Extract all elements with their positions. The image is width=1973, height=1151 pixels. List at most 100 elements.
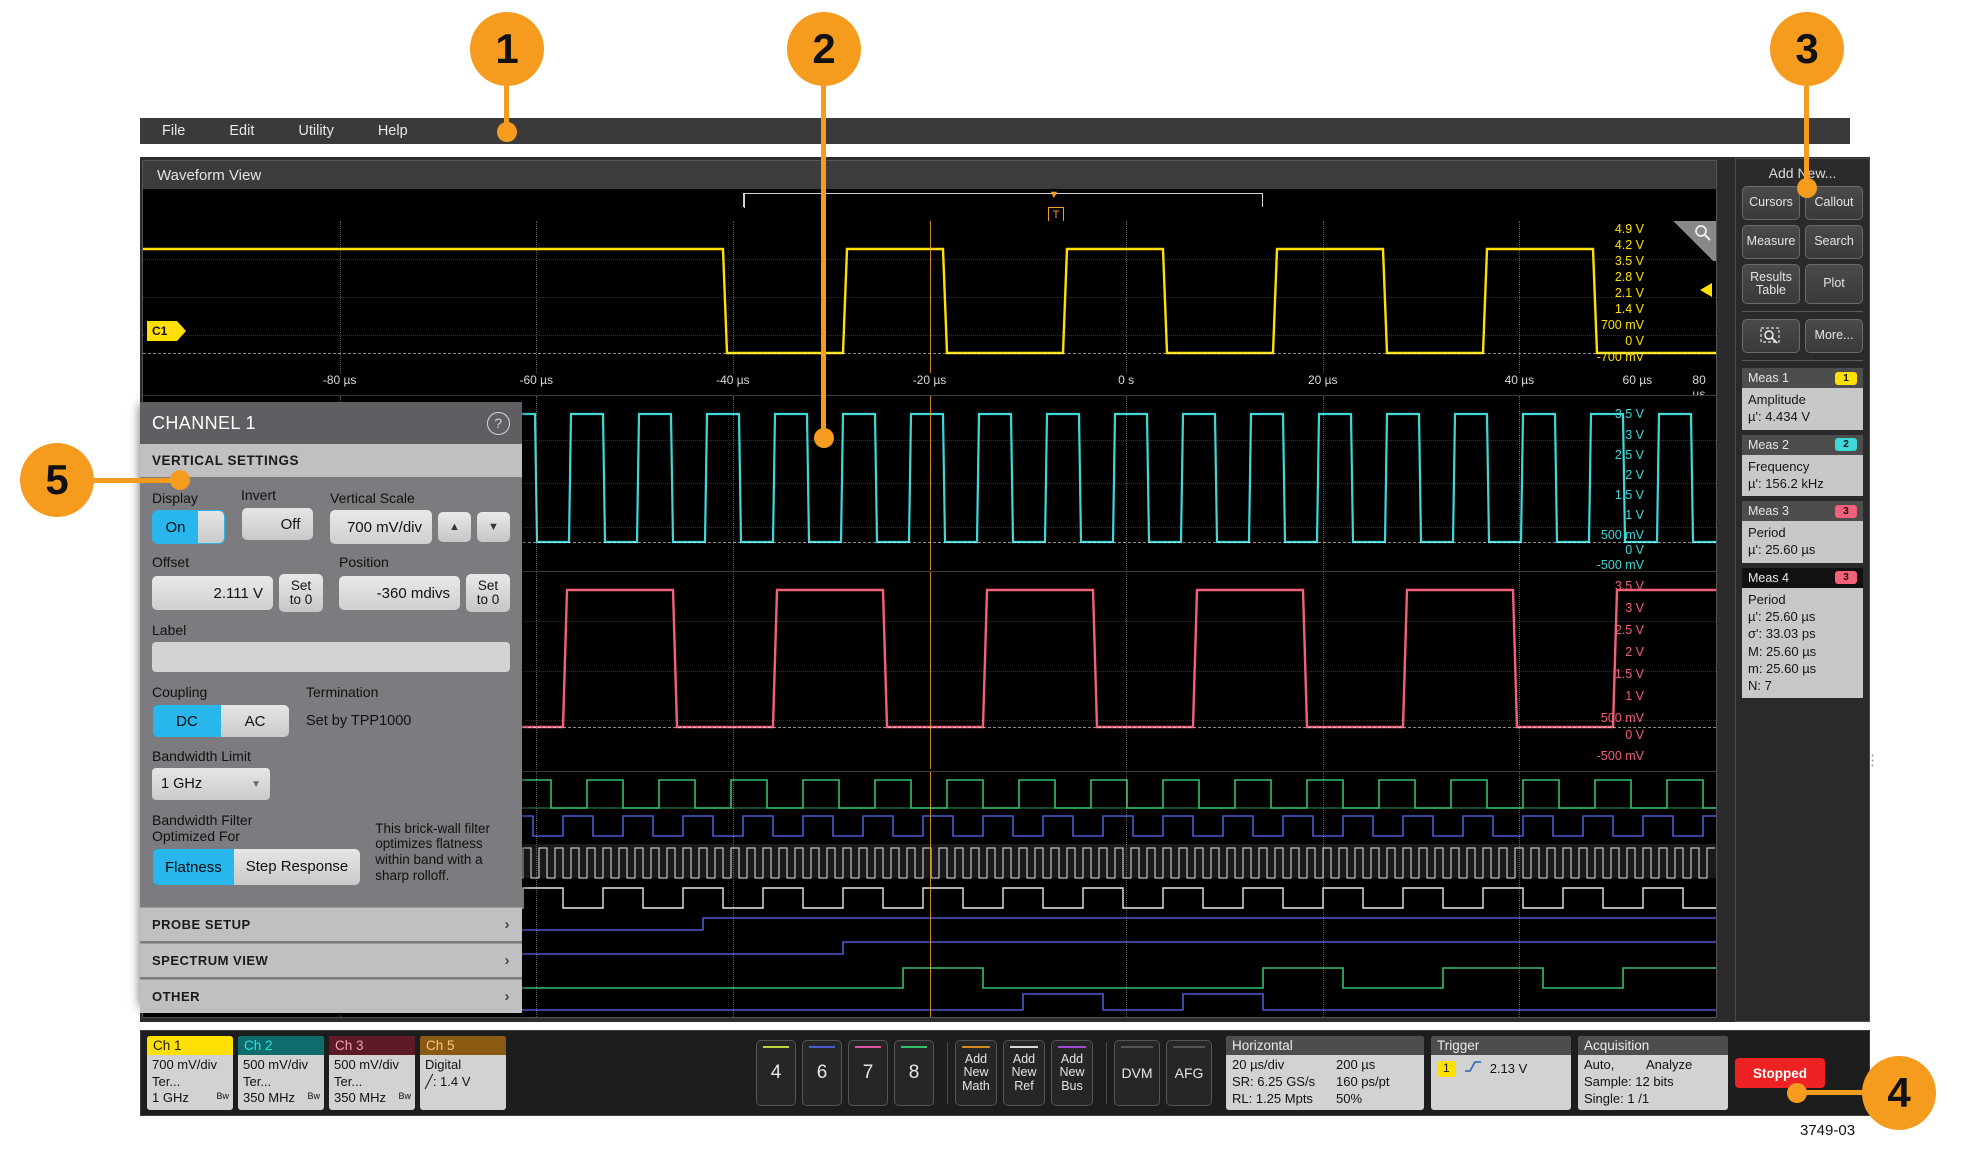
accordion-spectrum-view[interactable]: SPECTRUM VIEW › xyxy=(140,943,522,977)
measurement-badge-3[interactable]: Meas 3 3 Period µ': 25.60 µs xyxy=(1742,501,1863,563)
add-new-math-button[interactable]: Add New Math xyxy=(955,1040,997,1106)
channel-badge-1[interactable]: Ch 1 700 mV/div Ter... 1 GHz Bw xyxy=(147,1036,233,1110)
zoom-icon[interactable] xyxy=(1670,221,1716,261)
measurement-3-source-chip: 3 xyxy=(1835,504,1857,518)
add-results-table-button[interactable]: Results Table xyxy=(1742,264,1800,304)
measurement-badge-2[interactable]: Meas 2 2 Frequency µ': 156.2 kHz xyxy=(1742,434,1863,497)
horizontal-badge[interactable]: Horizontal 20 µs/div 200 µs SR: 6.25 GS/s… xyxy=(1226,1036,1424,1110)
offset-control: Offset 2.111 V Set to 0 xyxy=(152,554,323,612)
coupling-dc-button[interactable]: DC xyxy=(153,705,221,737)
add-new-bus-button[interactable]: Add New Bus xyxy=(1051,1040,1093,1106)
add-search-button[interactable]: Search xyxy=(1805,225,1863,259)
bandwidth-filter-flatness-button[interactable]: Flatness xyxy=(153,849,234,886)
dvm-button[interactable]: DVM xyxy=(1114,1040,1160,1106)
invert-toggle-off[interactable]: Off xyxy=(268,508,313,540)
channel-badge-2[interactable]: Ch 2 500 mV/div Ter... 350 MHz Bw xyxy=(238,1036,324,1110)
channel-badge-3-bw-icon: Bw xyxy=(398,1091,411,1101)
horizontal-badge-title: Horizontal xyxy=(1226,1036,1424,1055)
invert-toggle[interactable]: Off xyxy=(241,507,314,541)
menu-item-edit[interactable]: Edit xyxy=(225,121,258,141)
channel-button-6[interactable]: 6 xyxy=(802,1040,842,1106)
bandwidth-filter-toggle[interactable]: Flatness Step Response xyxy=(152,848,361,886)
measurement-4-source-chip: 3 xyxy=(1835,571,1857,585)
channel-badge-5-type: Digital xyxy=(425,1057,462,1072)
vertical-scale-label: Vertical Scale xyxy=(330,490,415,506)
channel-button-4[interactable]: 4 xyxy=(756,1040,796,1106)
bandwidth-limit-dropdown[interactable]: 1 GHz ▼ xyxy=(152,768,270,800)
channel-button-8[interactable]: 8 xyxy=(894,1040,934,1106)
add-measure-button[interactable]: Measure xyxy=(1742,225,1800,259)
vertical-scale-decrease-button[interactable]: ▼ xyxy=(477,512,510,542)
trigger-badge[interactable]: Trigger 1 2.13 V xyxy=(1431,1036,1571,1110)
zoom-select-icon[interactable] xyxy=(1742,319,1800,353)
bottom-settings-bar: Ch 1 700 mV/div Ter... 1 GHz Bw Ch 2 500… xyxy=(140,1030,1870,1116)
ch1-handle[interactable]: C1 xyxy=(147,321,186,341)
channel-badge-2-bw-icon: Bw xyxy=(307,1091,320,1101)
figure-number: 3749-03 xyxy=(1800,1122,1856,1139)
position-set-to-zero-label-1: Set xyxy=(477,577,499,593)
position-field[interactable]: -360 mdivs xyxy=(339,576,460,610)
menu-item-file[interactable]: File xyxy=(158,121,189,141)
menu-item-utility[interactable]: Utility xyxy=(294,121,337,141)
channel-button-7[interactable]: 7 xyxy=(848,1040,888,1106)
vertical-scale-increase-button[interactable]: ▲ xyxy=(438,512,471,542)
channel-badge-3[interactable]: Ch 3 500 mV/div Ter... 350 MHz Bw xyxy=(329,1036,415,1110)
add-new-ref-button[interactable]: Add New Ref xyxy=(1003,1040,1045,1106)
offset-field[interactable]: 2.111 V xyxy=(152,576,273,610)
add-new-math-label: Add New Math xyxy=(962,1052,990,1093)
bandwidth-filter-step-response-button[interactable]: Step Response xyxy=(233,849,361,886)
channel-badge-2-scale: 500 mV/div xyxy=(243,1057,309,1072)
offset-set-to-zero-button[interactable]: Set to 0 xyxy=(279,574,323,612)
channel-badge-5-name: Ch 5 xyxy=(420,1036,506,1055)
display-toggle[interactable]: On xyxy=(152,510,225,544)
measurement-4-header[interactable]: Meas 4 3 xyxy=(1742,567,1863,588)
menu-bar: File Edit Utility Help xyxy=(140,118,1850,144)
measurement-4-stddev: σ': 33.03 ps xyxy=(1748,626,1816,642)
vertical-scale-field[interactable]: 700 mV/div xyxy=(330,510,432,544)
afg-button[interactable]: AFG xyxy=(1166,1040,1212,1106)
coupling-toggle[interactable]: DC AC xyxy=(152,704,290,738)
add-new-button-grid: Cursors Callout Measure Search Results T… xyxy=(1736,186,1869,304)
measurement-4-name: Meas 4 xyxy=(1748,570,1789,585)
display-toggle-off[interactable] xyxy=(198,511,224,543)
more-button[interactable]: More... xyxy=(1805,319,1863,353)
add-cursors-button[interactable]: Cursors xyxy=(1742,186,1800,220)
waveform-pane-ch1[interactable]: C1 4.9 V 4.2 V 3.5 V 2.8 V 2.1 V 1.4 V 7… xyxy=(143,221,1716,373)
trigger-badge-body: 1 2.13 V xyxy=(1431,1055,1571,1078)
measurement-2-header[interactable]: Meas 2 2 xyxy=(1742,434,1863,455)
waveform-view-title: Waveform View xyxy=(143,161,1716,189)
chevron-right-icon: › xyxy=(504,988,510,1005)
callout-2-dot xyxy=(814,428,834,448)
run-stop-status-button[interactable]: Stopped xyxy=(1735,1058,1825,1088)
channel-badge-2-termination: Ter... xyxy=(243,1073,272,1089)
measurement-1-header[interactable]: Meas 1 1 xyxy=(1742,368,1863,388)
measurement-4-count: N: 7 xyxy=(1748,678,1772,694)
accordion-probe-setup[interactable]: PROBE SETUP › xyxy=(140,907,522,941)
ch1-offset-pointer[interactable] xyxy=(1700,283,1712,297)
measurement-4-min: m: 25.60 µs xyxy=(1748,660,1817,676)
channel-badge-1-body: 700 mV/div Ter... 1 GHz Bw xyxy=(147,1055,233,1107)
display-toggle-on[interactable]: On xyxy=(153,511,198,543)
menu-item-help[interactable]: Help xyxy=(374,121,412,141)
measurement-3-header[interactable]: Meas 3 3 xyxy=(1742,501,1863,522)
invert-control: Invert Off xyxy=(241,487,314,544)
chevron-right-icon: › xyxy=(504,916,510,933)
acquisition-badge[interactable]: Acquisition Auto, Analyze Sample: 12 bits… xyxy=(1578,1036,1728,1110)
accordion-other[interactable]: OTHER › xyxy=(140,979,522,1013)
invert-toggle-on[interactable] xyxy=(242,508,268,540)
coupling-ac-button[interactable]: AC xyxy=(221,705,289,737)
afg-label: AFG xyxy=(1174,1065,1204,1081)
measurement-badge-4[interactable]: Meas 4 3 Period µ': 25.60 µs σ': 33.03 p… xyxy=(1742,567,1863,699)
measurement-badge-1[interactable]: Meas 1 1 Amplitude µ': 4.434 V xyxy=(1742,368,1863,430)
right-sidebar: Add New... Cursors Callout Measure Searc… xyxy=(1735,158,1880,1022)
channel-button-4-label: 4 xyxy=(770,1062,782,1083)
channel-badge-5[interactable]: Ch 5 Digital ╱: 1.4 V xyxy=(420,1036,506,1110)
coupling-termination-row: Coupling DC AC Termination Set by TPP100… xyxy=(152,684,510,738)
position-set-to-zero-label-2: to 0 xyxy=(476,592,500,607)
sidebar-drag-handle[interactable]: ⋮ xyxy=(1865,753,1880,768)
callout-4-dot xyxy=(1787,1083,1807,1103)
help-icon[interactable]: ? xyxy=(487,411,510,435)
label-input[interactable] xyxy=(152,642,510,672)
position-set-to-zero-button[interactable]: Set to 0 xyxy=(466,574,510,612)
add-plot-button[interactable]: Plot xyxy=(1805,264,1863,304)
